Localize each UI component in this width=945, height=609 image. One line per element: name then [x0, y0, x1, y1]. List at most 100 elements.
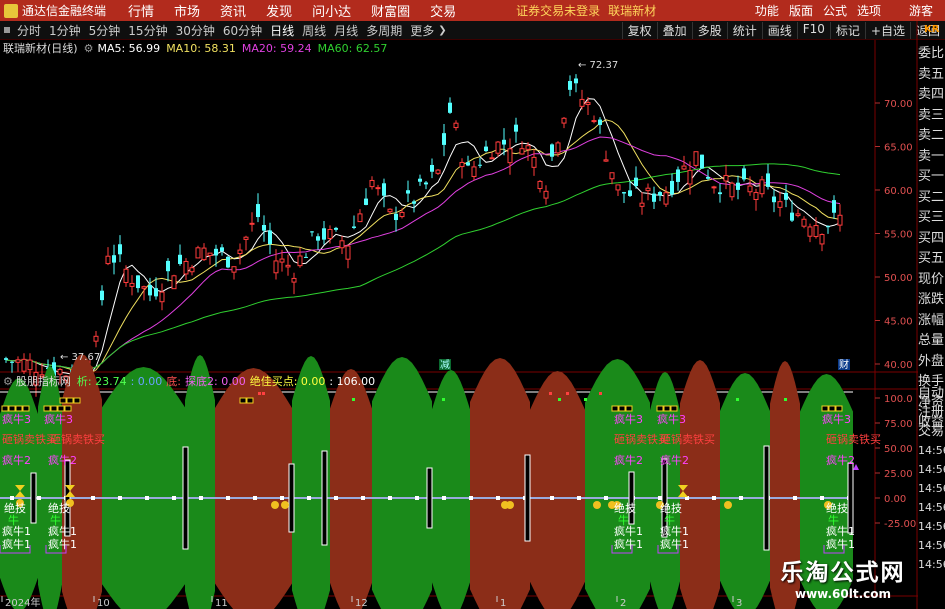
candle [736, 175, 740, 200]
toolbar-btn-2[interactable]: 多股 [691, 21, 727, 39]
trade-row-4[interactable]: 14:56 [918, 460, 945, 479]
quote-row-5[interactable]: 卖一 [918, 147, 945, 168]
toolbar-btn-0[interactable]: 复权 [621, 21, 657, 39]
candle [525, 142, 531, 161]
trade-row-3[interactable]: 14:56 [918, 441, 945, 460]
toolbar-btn-3[interactable]: 统计 [726, 21, 762, 39]
menu-item-3[interactable]: 发现 [266, 5, 292, 20]
trade-row-1[interactable]: 注册 [918, 403, 945, 422]
period-tab-9[interactable]: 多周期 [366, 22, 402, 39]
candle [220, 244, 224, 256]
menu-item-0[interactable]: 行情 [128, 5, 154, 20]
quote-row-10[interactable]: 买五 [918, 249, 945, 270]
bull3-label: 疯牛3 [614, 412, 643, 426]
quote-row-9[interactable]: 买四 [918, 229, 945, 250]
mid-dot [226, 496, 230, 500]
period-tab-1[interactable]: 1分钟 [49, 22, 81, 39]
candle [807, 223, 813, 243]
quote-row-11[interactable]: 现价 [918, 270, 945, 291]
sub-gear-icon[interactable]: ⚙ [3, 375, 13, 388]
sub-value-0: 析: 23.74 [76, 375, 127, 388]
title-right-item-0[interactable]: 功能 [755, 2, 779, 19]
sub-indicator-name[interactable]: 股朋指标网 [16, 373, 71, 389]
menu-item-4[interactable]: 问小达 [312, 5, 351, 20]
quote-row-2[interactable]: 卖四 [918, 85, 945, 106]
period-tab-7[interactable]: 周线 [302, 22, 326, 39]
candle [136, 275, 140, 293]
stock-link[interactable]: 联瑞新材 [608, 2, 656, 19]
trade-row-6[interactable]: 14:56 [918, 498, 945, 517]
period-tab-0[interactable]: 分时 [17, 22, 41, 39]
square-marker [66, 397, 74, 404]
quote-row-7[interactable]: 买二 [918, 188, 945, 209]
menu-item-6[interactable]: 交易 [430, 5, 456, 20]
period-tab-3[interactable]: 15分钟 [128, 22, 167, 39]
period-tab-6[interactable]: 日线 [270, 22, 294, 39]
candle [297, 247, 303, 268]
trade-row-0[interactable]: 自动 [918, 384, 945, 403]
jueji-label: 绝技 [826, 501, 848, 515]
candle [693, 151, 699, 168]
candle [207, 252, 213, 265]
toolbar-btn-5[interactable]: F10 [796, 21, 830, 39]
menu-item-1[interactable]: 市场 [174, 5, 200, 20]
candle [832, 195, 836, 219]
candle [406, 180, 410, 203]
menu-item-2[interactable]: 资讯 [220, 5, 246, 20]
quote-row-13[interactable]: 涨幅 [918, 311, 945, 332]
quote-row-4[interactable]: 卖二 [918, 126, 945, 147]
trade-row-7[interactable]: 14:56 [918, 517, 945, 536]
guest-label[interactable]: 游客 [909, 2, 933, 19]
title-right-item-1[interactable]: 版面 [789, 2, 813, 19]
date-tick-0: 2024年 [5, 596, 40, 609]
mid-dot [118, 496, 122, 500]
login-status[interactable]: 证券交易未登录 [516, 2, 600, 19]
toolbar-btn-7[interactable]: +自选 [864, 21, 910, 39]
mid-dot [10, 496, 14, 500]
trade-row-5[interactable]: 14:56 [918, 479, 945, 498]
period-tab-5[interactable]: 60分钟 [223, 22, 262, 39]
candle [10, 360, 14, 373]
menu-item-5[interactable]: 财富圈 [371, 5, 410, 20]
settings-gear-icon[interactable]: ⚙ [84, 42, 94, 55]
candle [304, 253, 308, 258]
niu-label: 牛 [8, 513, 19, 527]
mid-dot [712, 496, 716, 500]
candle [585, 96, 591, 116]
candle [256, 193, 260, 223]
candle [123, 265, 129, 287]
quote-row-0[interactable]: 委比 [918, 44, 945, 65]
mid-dot [145, 496, 149, 500]
candle [435, 169, 441, 176]
price-tick-5: 45.00 [884, 317, 913, 328]
toolbar-btn-1[interactable]: 叠加 [656, 21, 692, 39]
chart-canvas[interactable]: 疯牛3 疯牛3 疯牛3 疯牛3 疯牛3砸锅卖铁买砸锅卖铁买 砸锅卖铁买砸锅卖铁买 砸锅卖铁买… [0, 0, 945, 609]
quote-row-3[interactable]: 卖三 [918, 106, 945, 127]
candle [687, 161, 693, 195]
period-tab-4[interactable]: 30分钟 [176, 22, 215, 39]
quote-row-6[interactable]: 买一 [918, 167, 945, 188]
double-triangle-marker [678, 485, 688, 497]
coin-marker [16, 499, 24, 507]
price-tick-1: 65.00 [884, 143, 913, 154]
title-right-item-2[interactable]: 公式 [823, 2, 847, 19]
trade-row-2[interactable]: 交易 [918, 422, 945, 441]
quote-row-1[interactable]: 卖五 [918, 65, 945, 86]
period-tab-8[interactable]: 月线 [334, 22, 358, 39]
bull1-label: 疯牛1 [660, 537, 689, 551]
more-chevron-icon[interactable]: ❯ [438, 25, 446, 36]
quote-row-8[interactable]: 买三 [918, 208, 945, 229]
title-right-item-3[interactable]: 选项 [857, 2, 881, 19]
candle [711, 185, 717, 194]
quote-row-12[interactable]: 涨跌 [918, 290, 945, 311]
candle [603, 150, 609, 162]
quote-row-14[interactable]: 总量 [918, 331, 945, 352]
toolbar-btn-4[interactable]: 画线 [761, 21, 797, 39]
candle [118, 235, 122, 263]
period-tab-2[interactable]: 5分钟 [89, 22, 121, 39]
quote-row-15[interactable]: 外盘 [918, 352, 945, 373]
candle [387, 208, 393, 215]
candle [658, 190, 662, 202]
period-tab-10[interactable]: 更多 [410, 22, 434, 39]
toolbar-btn-6[interactable]: 标记 [829, 21, 865, 39]
